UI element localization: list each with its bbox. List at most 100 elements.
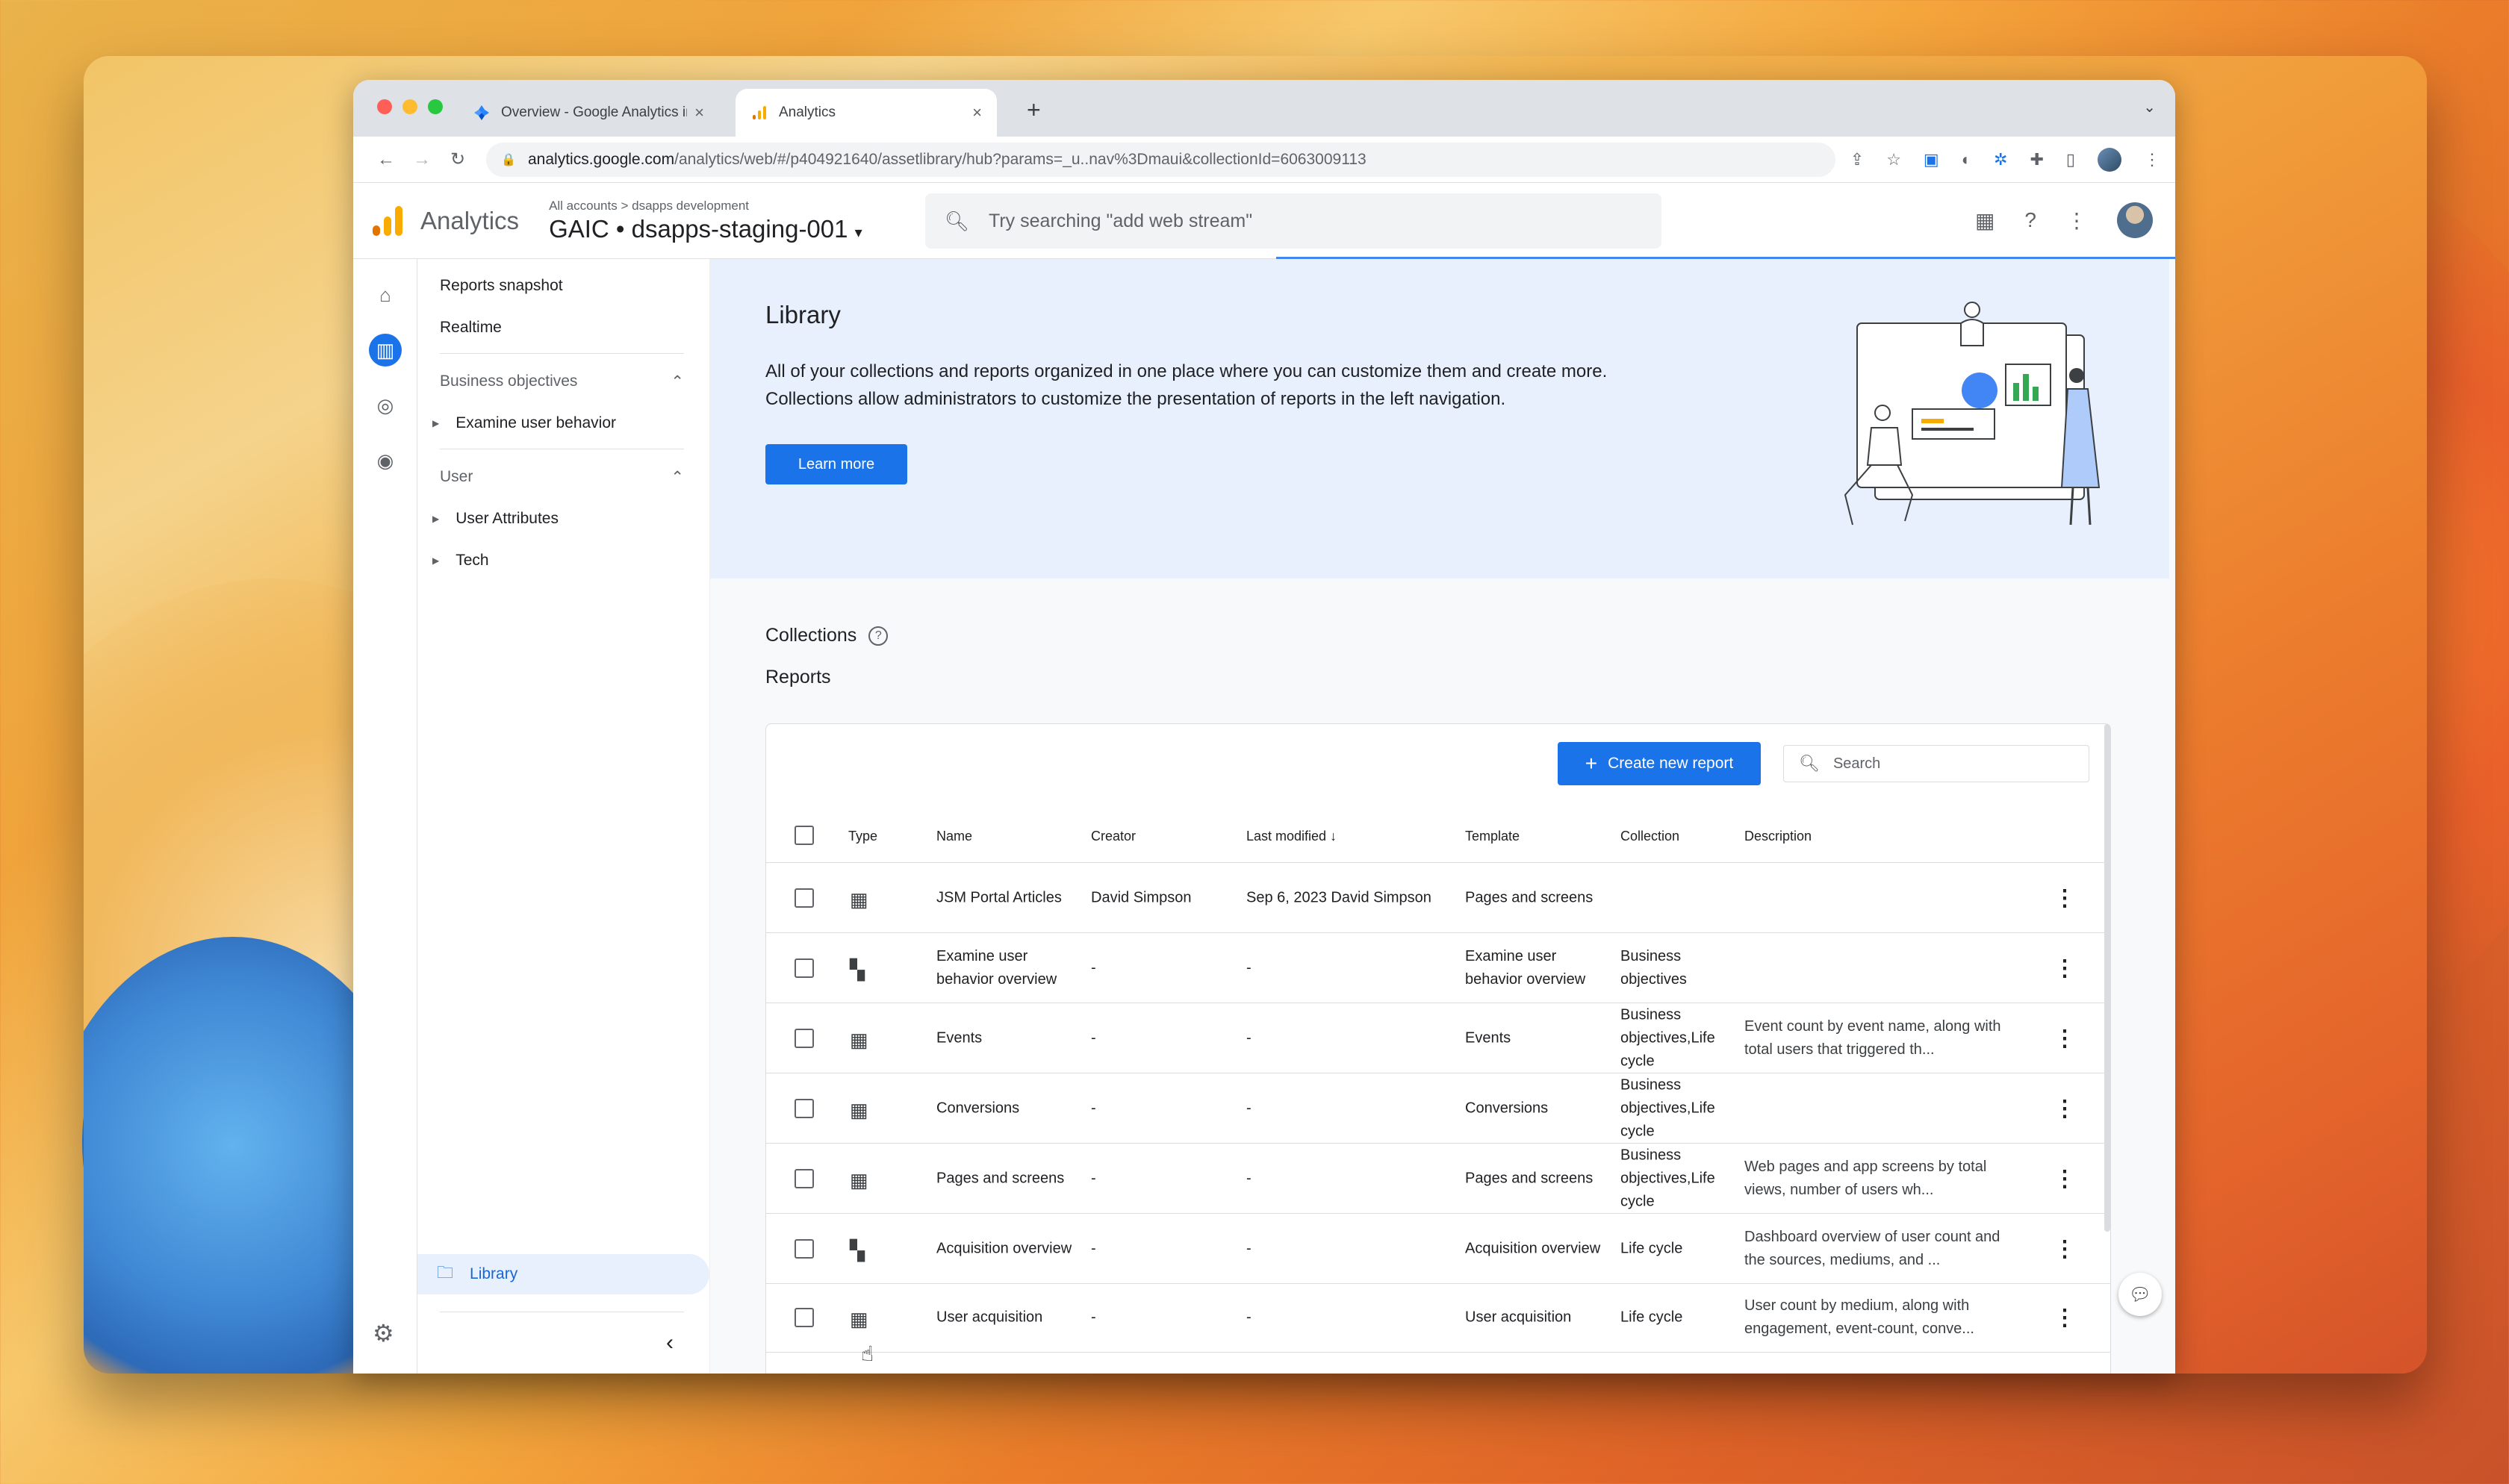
sidebar-section-business-objectives[interactable]: Business objectives ⌃ (440, 372, 684, 391)
feedback-icon[interactable]: 💬︎ (2118, 1273, 2162, 1316)
col-last-modified[interactable]: Last modified ↓ (1246, 829, 1337, 844)
gear-icon[interactable]: ⚙ (373, 1319, 394, 1347)
share-icon[interactable]: ⇪ (1850, 150, 1864, 169)
search-icon: 🔍︎ (1799, 754, 1820, 773)
more-vert-icon[interactable]: ⋮ (2053, 955, 2076, 982)
cell-template: Acquisition overview (1465, 1240, 1601, 1256)
minimize-window-button[interactable] (402, 99, 417, 114)
back-arrow-icon[interactable]: ← (368, 149, 404, 170)
row-checkbox[interactable] (795, 1308, 814, 1327)
table-row[interactable]: ▦ JSM Portal Articles David Simpson Sep 6, … (766, 863, 2110, 933)
sidebar-item-user-attributes[interactable]: ▶ User Attributes (432, 510, 559, 528)
table-row[interactable]: ▦TrafficTrafficLife cycleUser count by s… (766, 1351, 2110, 1374)
tab-overview[interactable]: Overview - Google Analytics in × (458, 89, 719, 137)
table-row[interactable]: ▦ Events - - Events Business objectives,Life … (766, 1003, 2110, 1073)
new-tab-icon[interactable]: + (1027, 96, 1041, 124)
browser-window: Overview - Google Analytics in × Analyti… (353, 80, 2175, 1374)
folder-icon: 🗀 (437, 1263, 454, 1282)
more-vert-icon[interactable]: ⋮ (2053, 1026, 2076, 1052)
table-row[interactable]: ▦ User acquisition - - User acquisition Life … (766, 1282, 2110, 1353)
reports-icon[interactable]: ▥ (369, 334, 402, 367)
reload-icon[interactable]: ↻ (440, 149, 476, 170)
row-checkbox[interactable] (795, 1169, 814, 1188)
home-icon[interactable]: ⌂ (369, 278, 402, 311)
cell-name[interactable]: Pages and screens (936, 1167, 1078, 1190)
cell-collection: Business objectives,Life cycle (1620, 1076, 1715, 1139)
more-vert-icon[interactable]: ⋮ (2053, 1096, 2076, 1122)
help-icon[interactable]: ? (2024, 208, 2036, 232)
cell-template: Pages and screens (1465, 889, 1594, 905)
sidebar-section-user[interactable]: User ⌃ (440, 468, 684, 487)
puzzle-icon[interactable]: ✚ (2030, 150, 2043, 169)
extension-icon[interactable]: ▣ (1924, 150, 1939, 169)
table-row[interactable]: ▦ Pages and screens - - Pages and screens Bus… (766, 1144, 2110, 1214)
col-name[interactable]: Name (936, 829, 972, 844)
avatar[interactable] (2117, 202, 2153, 238)
sidebar-item-tech[interactable]: ▶ Tech (432, 552, 489, 570)
scrollbar[interactable] (2104, 724, 2110, 1232)
more-vert-icon[interactable]: ⋮ (2053, 1305, 2076, 1331)
explore-icon[interactable]: ◎ (369, 389, 402, 422)
apps-grid-icon[interactable]: ▦ (1975, 208, 1995, 233)
row-checkbox[interactable] (795, 1099, 814, 1118)
profile-avatar[interactable] (2098, 147, 2121, 172)
advertising-icon[interactable]: ◉ (369, 444, 402, 477)
maximize-window-button[interactable] (428, 99, 443, 114)
url-field[interactable]: 🔒 analytics.google.com/analytics/web/#/p… (486, 142, 1835, 177)
account-selector[interactable]: All accounts > dsapps development GAIC •… (549, 199, 862, 243)
more-vert-icon[interactable]: ⋮ (2053, 1166, 2076, 1192)
col-creator[interactable]: Creator (1091, 829, 1136, 844)
close-tab-icon[interactable]: × (694, 103, 704, 122)
more-vert-icon[interactable]: ⋮ (2053, 885, 2076, 911)
bookmark-star-icon[interactable]: ☆ (1886, 150, 1901, 169)
cell-last-modified: - (1246, 1240, 1252, 1256)
more-vert-icon[interactable]: ⋮ (2066, 208, 2087, 233)
search-input[interactable]: 🔍︎ Try searching "add web stream" (925, 193, 1661, 249)
url-host: analytics.google.com (528, 150, 675, 168)
close-window-button[interactable] (377, 99, 392, 114)
row-checkbox[interactable] (795, 958, 814, 978)
analytics-logo-icon[interactable] (373, 205, 402, 236)
more-vert-icon[interactable]: ⋮ (2144, 150, 2160, 169)
create-new-report-button[interactable]: + Create new report (1558, 742, 1761, 785)
tab-search-chevron-icon[interactable]: ⌄ (2143, 98, 2156, 116)
cell-name[interactable]: Events (936, 1026, 1078, 1050)
cell-name[interactable]: User acquisition (936, 1306, 1078, 1329)
more-vert-icon[interactable]: ⋮ (2053, 1236, 2076, 1262)
learn-more-button[interactable]: Learn more (765, 444, 907, 484)
row-checkbox[interactable] (795, 888, 814, 908)
sidebar-item-realtime[interactable]: Realtime (440, 319, 502, 337)
row-checkbox[interactable] (795, 1239, 814, 1259)
collapse-chevron-icon[interactable]: ‹ (666, 1330, 674, 1356)
sidebar-item-library[interactable]: 🗀 Library (417, 1254, 709, 1294)
extension-icon[interactable]: ✲ (1994, 150, 2007, 169)
url-path: /analytics/web/#/p404921640/assetlibrary… (674, 150, 1367, 168)
select-all-checkbox[interactable] (795, 826, 814, 845)
page-title: Library (765, 301, 841, 328)
col-template[interactable]: Template (1465, 829, 1520, 844)
expand-arrow-icon: ▶ (432, 555, 440, 566)
cell-name[interactable]: Conversions (936, 1097, 1078, 1120)
forward-arrow-icon[interactable]: → (404, 149, 440, 170)
reports-heading: Reports (765, 667, 831, 688)
sidebar-item-examine-user-behavior[interactable]: ▶ Examine user behavior (432, 414, 616, 432)
expand-arrow-icon: ▶ (432, 418, 440, 428)
cell-name[interactable]: Acquisition overview (936, 1237, 1078, 1260)
cell-name[interactable]: Examine user behavior overview (936, 945, 1078, 991)
sidebar-item-reports-snapshot[interactable]: Reports snapshot (440, 277, 563, 295)
table-row[interactable]: ▚ Acquisition overview - - Acquisition overv… (766, 1214, 2110, 1284)
col-type[interactable]: Type (848, 829, 877, 844)
table-row[interactable]: ▦ Conversions - - Conversions Business object… (766, 1073, 2110, 1144)
cell-name[interactable]: JSM Portal Articles (936, 886, 1078, 909)
help-circle-icon[interactable]: ? (868, 626, 889, 646)
side-panel-icon[interactable]: ▯ (2066, 150, 2075, 169)
property-name[interactable]: GAIC • dsapps-staging-001 ▾ (549, 215, 862, 243)
col-collection[interactable]: Collection (1620, 829, 1679, 844)
table-row[interactable]: ▚ Examine user behavior overview - - Examine… (766, 933, 2110, 1003)
row-checkbox[interactable] (795, 1029, 814, 1048)
col-description[interactable]: Description (1744, 829, 1812, 844)
table-search-input[interactable]: 🔍︎ Search (1783, 745, 2089, 782)
extension-icon[interactable]: ◐ (1962, 150, 1971, 169)
close-tab-icon[interactable]: × (972, 103, 982, 122)
tab-analytics[interactable]: Analytics × (736, 89, 997, 137)
